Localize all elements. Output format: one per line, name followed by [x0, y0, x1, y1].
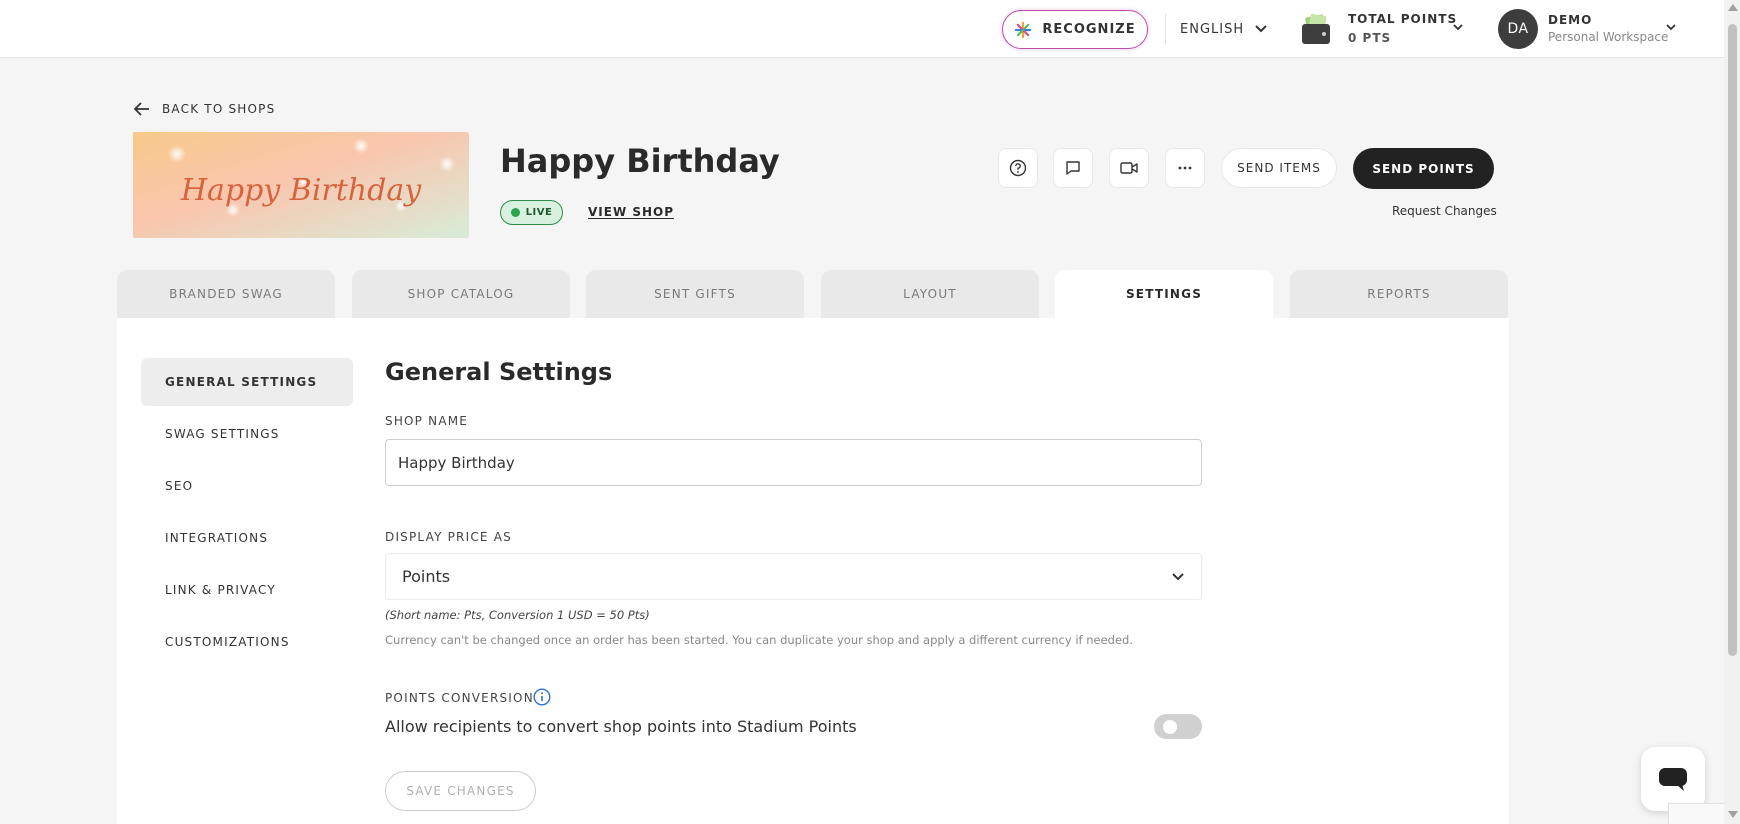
shop-title: Happy Birthday: [500, 142, 780, 180]
arrow-left-icon: [134, 102, 149, 116]
chevron-down-icon[interactable]: [1452, 22, 1464, 32]
status-badge: LIVE: [500, 200, 563, 225]
scroll-up-arrow[interactable]: [1728, 4, 1738, 11]
nav-swag-settings[interactable]: SWAG SETTINGS: [141, 410, 353, 458]
workspace-name: Personal Workspace: [1548, 30, 1669, 44]
tab-sent-gifts[interactable]: SENT GIFTS: [586, 270, 804, 318]
points-conversion-text: Allow recipients to convert shop points …: [385, 717, 857, 736]
scrollbar[interactable]: [1724, 0, 1740, 824]
points-title: TOTAL POINTS: [1348, 12, 1458, 26]
shop-name-label: SHOP NAME: [385, 414, 469, 428]
top-bar: RECOGNIZE ENGLISH TOTAL POINTS 0 PTS DA …: [0, 0, 1724, 58]
toggle-knob: [1163, 720, 1177, 734]
nav-customizations[interactable]: CUSTOMIZATIONS: [141, 618, 353, 666]
recognize-label: RECOGNIZE: [1042, 22, 1136, 37]
help-icon: [1009, 159, 1027, 177]
divider: [1165, 14, 1166, 44]
wallet-icon: [1302, 13, 1330, 44]
display-price-select[interactable]: Points: [385, 553, 1202, 600]
chevron-down-icon: [1255, 25, 1267, 33]
display-price-value: Points: [402, 567, 451, 586]
banner-text: Happy Birthday: [180, 173, 422, 208]
video-button[interactable]: [1109, 148, 1149, 188]
shop-name-input[interactable]: Happy Birthday: [385, 439, 1202, 486]
send-items-button[interactable]: SEND ITEMS: [1221, 148, 1337, 188]
tab-settings[interactable]: SETTINGS: [1055, 270, 1273, 318]
nav-seo[interactable]: SEO: [141, 462, 353, 510]
more-icon: [1178, 166, 1192, 170]
save-changes-button[interactable]: SAVE CHANGES: [385, 771, 536, 811]
user-name: DEMO: [1548, 13, 1593, 27]
language-selector[interactable]: ENGLISH: [1180, 18, 1268, 40]
avatar[interactable]: DA: [1498, 9, 1538, 49]
language-label: ENGLISH: [1180, 21, 1245, 37]
chevron-down-icon[interactable]: [1665, 22, 1677, 32]
nav-link-privacy[interactable]: LINK & PRIVACY: [141, 566, 353, 614]
recaptcha-badge: [1668, 803, 1724, 824]
more-button[interactable]: [1165, 148, 1205, 188]
points-conversion-label: POINTS CONVERSION: [385, 691, 534, 705]
scroll-down-arrow[interactable]: [1728, 811, 1738, 818]
help-button[interactable]: [998, 148, 1038, 188]
info-icon[interactable]: [533, 688, 551, 706]
send-points-button[interactable]: SEND POINTS: [1353, 148, 1494, 189]
short-name-hint: (Short name: Pts, Conversion 1 USD = 50 …: [385, 608, 650, 622]
currency-hint: Currency can't be changed once an order …: [385, 633, 1133, 647]
status-label: LIVE: [525, 207, 553, 218]
shop-banner-image: Happy Birthday: [133, 132, 469, 238]
total-points[interactable]: TOTAL POINTS 0 PTS: [1348, 10, 1457, 48]
request-changes-link[interactable]: Request Changes: [1392, 204, 1497, 218]
recognize-button[interactable]: RECOGNIZE: [1002, 10, 1148, 49]
scroll-thumb[interactable]: [1728, 24, 1737, 656]
tab-reports[interactable]: REPORTS: [1290, 270, 1508, 318]
tab-shop-catalog[interactable]: SHOP CATALOG: [352, 270, 570, 318]
comment-icon: [1066, 161, 1080, 175]
chat-icon: [1659, 768, 1687, 791]
user-menu[interactable]: DEMO Personal Workspace: [1548, 12, 1668, 46]
tab-layout[interactable]: LAYOUT: [821, 270, 1039, 318]
points-value: 0 PTS: [1348, 31, 1392, 45]
view-shop-link[interactable]: VIEW SHOP: [588, 205, 674, 219]
comment-button[interactable]: [1053, 148, 1093, 188]
chat-launcher-button[interactable]: [1641, 747, 1705, 811]
section-title: General Settings: [385, 358, 613, 386]
display-price-label: DISPLAY PRICE AS: [385, 530, 512, 544]
tab-branded-swag[interactable]: BRANDED SWAG: [117, 270, 335, 318]
chevron-down-icon: [1172, 572, 1184, 580]
back-to-shops-link[interactable]: BACK TO SHOPS: [134, 102, 275, 116]
back-label: BACK TO SHOPS: [162, 102, 276, 116]
live-dot-icon: [510, 208, 520, 217]
nav-integrations[interactable]: INTEGRATIONS: [141, 514, 353, 562]
points-conversion-toggle[interactable]: [1154, 714, 1202, 739]
sparkle-icon: [1015, 21, 1032, 38]
nav-general-settings[interactable]: GENERAL SETTINGS: [141, 358, 353, 406]
video-icon: [1120, 162, 1138, 174]
